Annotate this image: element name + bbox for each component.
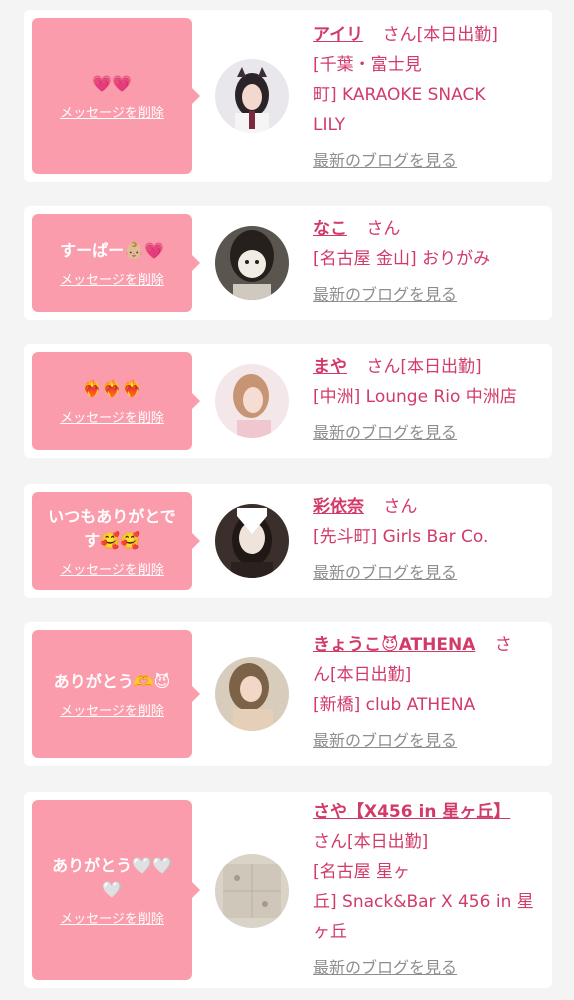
- status-label: [本日出勤]: [400, 357, 482, 377]
- shop-line: [先斗町] Girls Bar Co.: [313, 527, 489, 547]
- delete-message-link[interactable]: メッセージを削除: [60, 908, 164, 927]
- message-text: すーぱー👶🏼💗: [60, 240, 164, 260]
- avatar[interactable]: [215, 226, 289, 300]
- name-line: きょうこ😈ATHENA さ: [313, 630, 545, 660]
- message-text: いつもありがとで: [48, 506, 176, 526]
- delete-message-link[interactable]: メッセージを削除: [60, 102, 164, 121]
- shop-line: [名古屋 金山] おりがみ: [313, 249, 491, 269]
- shop-line: 町] KARAOKE SNACK: [313, 85, 486, 105]
- shop-line: LILY: [313, 115, 346, 135]
- name-line: まや さん[本日出勤]: [313, 352, 545, 382]
- shop-line: [新橋] club ATHENA: [313, 695, 476, 715]
- status-label: [本日出勤]: [416, 25, 498, 45]
- cast-name-link[interactable]: 彩依奈: [313, 497, 364, 517]
- message-text: ありがとう🫶😈: [53, 671, 171, 691]
- delete-message-link[interactable]: メッセージを削除: [60, 407, 164, 426]
- status-label: [本日出勤]: [330, 665, 412, 685]
- shop-line: [名古屋 星ヶ: [313, 862, 411, 882]
- honorific: さん: [366, 219, 401, 239]
- cast-name-link[interactable]: なこ: [313, 219, 347, 239]
- cast-info: 彩依奈 さん [先斗町] Girls Bar Co. 最新のブログを見る: [313, 492, 545, 588]
- message-bubble: ❤️‍🔥❤️‍🔥❤️‍🔥 メッセージを削除: [32, 352, 200, 450]
- blog-link[interactable]: 最新のブログを見る: [313, 280, 457, 310]
- avatar[interactable]: [215, 854, 289, 928]
- name-line: さや【X456 in 星ヶ丘】: [313, 797, 545, 827]
- message-text: す🥰🥰: [84, 530, 140, 550]
- cast-name-link[interactable]: まや: [313, 357, 347, 377]
- blog-link[interactable]: 最新のブログを見る: [313, 953, 457, 983]
- cast-info: さや【X456 in 星ヶ丘】 さん[本日出勤] [名古屋 星ヶ 丘] Snac…: [313, 797, 545, 983]
- avatar[interactable]: [215, 364, 289, 438]
- message-text: ありがとう🤍🤍: [52, 855, 172, 875]
- cast-info: まや さん[本日出勤] [中洲] Lounge Rio 中洲店 最新のブログを見…: [313, 352, 545, 448]
- message-text: 💗💗: [92, 73, 132, 93]
- shop-line: [千葉・富士見: [313, 55, 422, 75]
- name-line: アイリ さん[本日出勤]: [313, 20, 545, 50]
- honorific: さ: [494, 635, 512, 655]
- message-bubble: すーぱー👶🏼💗 メッセージを削除: [32, 214, 200, 312]
- blog-link[interactable]: 最新のブログを見る: [313, 146, 457, 176]
- message-bubble: 💗💗 メッセージを削除: [32, 18, 200, 174]
- message-bubble: いつもありがとで す🥰🥰 メッセージを削除: [32, 492, 200, 590]
- honorific: さん: [366, 357, 401, 377]
- favorite-card: ありがとう🤍🤍 🤍 メッセージを削除 さや【X456 in 星ヶ丘】 さん[本日…: [24, 792, 552, 988]
- favorite-card: すーぱー👶🏼💗 メッセージを削除 なこ さん [名古屋 金山] おりがみ 最新の…: [24, 206, 552, 320]
- message-bubble: ありがとう🤍🤍 🤍 メッセージを削除: [32, 800, 200, 980]
- favorite-card: ❤️‍🔥❤️‍🔥❤️‍🔥 メッセージを削除 まや さん[本日出勤] [中洲] L…: [24, 344, 552, 458]
- name-line: さん[本日出勤]: [313, 827, 545, 857]
- delete-message-link[interactable]: メッセージを削除: [60, 559, 164, 578]
- blog-link[interactable]: 最新のブログを見る: [313, 558, 457, 588]
- cast-name-link[interactable]: さや【X456 in 星ヶ丘】: [313, 802, 510, 822]
- honorific: さん: [382, 25, 417, 45]
- shop-line: 丘] Snack&Bar X 456 in 星: [313, 892, 534, 912]
- honorific: ん: [313, 665, 330, 685]
- blog-link[interactable]: 最新のブログを見る: [313, 726, 457, 756]
- honorific: さん: [313, 832, 347, 852]
- blog-link[interactable]: 最新のブログを見る: [313, 418, 457, 448]
- shop-line: [中洲] Lounge Rio 中洲店: [313, 387, 517, 407]
- cast-info: きょうこ😈ATHENA さ ん[本日出勤] [新橋] club ATHENA 最…: [313, 630, 545, 756]
- avatar[interactable]: [215, 504, 289, 578]
- avatar[interactable]: [215, 657, 289, 731]
- favorite-card: ありがとう🫶😈 メッセージを削除 きょうこ😈ATHENA さ ん[本日出勤] […: [24, 622, 552, 766]
- avatar[interactable]: [215, 59, 289, 133]
- cast-info: なこ さん [名古屋 金山] おりがみ 最新のブログを見る: [313, 214, 545, 310]
- message-text: ❤️‍🔥❤️‍🔥❤️‍🔥: [82, 378, 142, 398]
- name-line: 彩依奈 さん: [313, 492, 545, 522]
- cast-name-link[interactable]: アイリ: [313, 25, 363, 45]
- favorite-card: 💗💗 メッセージを削除 アイリ さん[本日出勤] [千葉・富士見 町] KARA…: [24, 10, 552, 182]
- message-bubble: ありがとう🫶😈 メッセージを削除: [32, 630, 200, 758]
- cast-info: アイリ さん[本日出勤] [千葉・富士見 町] KARAOKE SNACK LI…: [313, 20, 545, 176]
- shop-line: ヶ丘: [313, 922, 347, 942]
- delete-message-link[interactable]: メッセージを削除: [60, 269, 164, 288]
- delete-message-link[interactable]: メッセージを削除: [60, 700, 164, 719]
- name-line: なこ さん: [313, 214, 545, 244]
- message-text: 🤍: [102, 879, 122, 899]
- status-label: [本日出勤]: [347, 832, 429, 852]
- cast-name-link[interactable]: きょうこ😈ATHENA: [313, 635, 475, 655]
- favorite-card: いつもありがとで す🥰🥰 メッセージを削除 彩依奈 さん [先斗町] Girls…: [24, 484, 552, 598]
- name-line: ん[本日出勤]: [313, 660, 545, 690]
- honorific: さん: [383, 497, 418, 517]
